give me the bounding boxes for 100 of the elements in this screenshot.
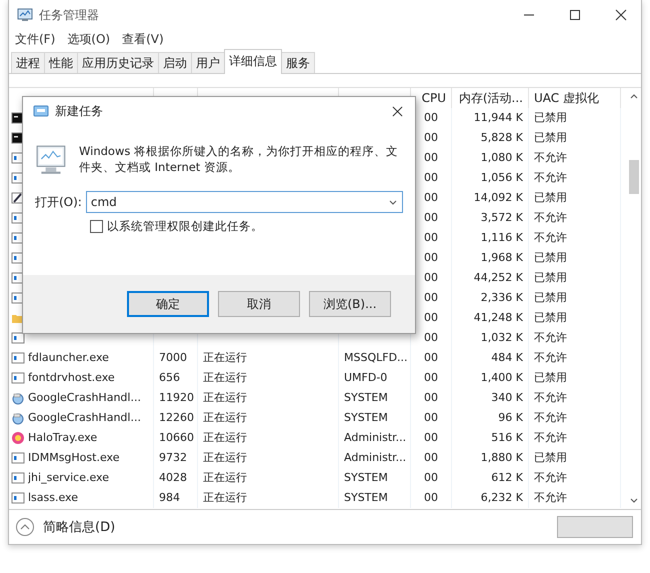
uac-cell-text: 已禁用: [534, 310, 567, 326]
dialog-button[interactable]: 浏览(B)...: [309, 291, 391, 317]
uac-cell-text: 不允许: [534, 390, 567, 406]
dialog-button[interactable]: 取消: [218, 291, 300, 317]
status-cell-text: 正在运行: [203, 490, 247, 506]
uac-cell-text: 已禁用: [534, 450, 567, 466]
column-header[interactable]: 内存(活动...: [452, 88, 529, 108]
uac-cell-text: 不允许: [534, 330, 567, 346]
memory-cell-text: 96 K: [498, 410, 523, 426]
cpu-cell-text: 00: [424, 310, 438, 326]
menu-item[interactable]: 查看(V): [122, 30, 164, 48]
cpu-cell-text: 00: [424, 130, 438, 146]
tab[interactable]: 详细信息: [224, 49, 282, 74]
window-title: 任务管理器: [39, 6, 99, 24]
admin-checkbox[interactable]: [90, 220, 103, 233]
cpu-cell-text: 00: [424, 210, 438, 226]
uac-cell-text: 不允许: [534, 210, 567, 226]
memory-cell-text: 340 K: [491, 390, 523, 406]
app-icon: [11, 351, 25, 365]
memory-cell-text: 14,092 K: [474, 190, 523, 206]
process-name: lsass.exe: [28, 490, 78, 506]
status-cell-text: 正在运行: [203, 390, 247, 406]
cpu-cell-text: 00: [424, 270, 438, 286]
status-cell-text: 正在运行: [203, 470, 247, 486]
maximize-icon[interactable]: [569, 9, 581, 21]
scrollbar-thumb[interactable]: [628, 160, 638, 194]
tab[interactable]: 用户: [191, 52, 225, 73]
cpu-cell-text: 00: [424, 490, 438, 506]
user-cell-text: SYSTEM: [344, 410, 388, 426]
command-field[interactable]: cmd: [86, 191, 403, 213]
memory-cell-text: 11,944 K: [474, 110, 523, 126]
uac-cell-text: 不允许: [534, 150, 567, 166]
status-cell-text: 正在运行: [203, 350, 247, 366]
checkbox-label: 以系统管理权限创建此任务。: [107, 219, 263, 234]
cpu-cell-text: 00: [424, 370, 438, 386]
cpu-cell-text: 00: [424, 190, 438, 206]
status-cell-text: 正在运行: [203, 450, 247, 466]
cpu-cell-text: 00: [424, 250, 438, 266]
app-icon: [11, 371, 25, 385]
memory-cell-text: 1,968 K: [480, 250, 523, 266]
tab[interactable]: 性能: [44, 52, 78, 73]
cpu-cell-text: 00: [424, 110, 438, 126]
dialog-button[interactable]: 确定: [127, 291, 209, 317]
app-icon: [11, 451, 25, 465]
tab[interactable]: 应用历史记录: [77, 52, 159, 73]
user-cell-text: SYSTEM: [344, 470, 388, 486]
memory-cell-text: 1,032 K: [480, 330, 523, 346]
user-cell-text: Administr...: [344, 430, 406, 446]
uac-cell-text: 不允许: [534, 350, 567, 366]
brief-info-link[interactable]: 简略信息(D): [43, 518, 116, 536]
halo-icon: [11, 431, 25, 445]
status-cell-text: 正在运行: [203, 370, 247, 386]
pid-cell-text: 4028: [159, 470, 187, 486]
column-header[interactable]: UAC 虚拟化: [529, 88, 621, 108]
user-cell-text: MSSQLFD...: [344, 350, 408, 366]
uac-cell-text: 不允许: [534, 170, 567, 186]
pid-cell-text: 984: [159, 490, 180, 506]
uac-cell-text: 已禁用: [534, 190, 567, 206]
dialog-message: Windows 将根据你所键入的名称，为你打开相应的程序、文件夹、文档或 Internet 资源。: [79, 143, 399, 175]
uac-cell-text: 已禁用: [534, 270, 567, 286]
user-cell-text: SYSTEM: [344, 390, 388, 406]
app-icon: [17, 7, 33, 23]
tab[interactable]: 进程: [11, 52, 45, 73]
memory-cell-text: 2,336 K: [480, 290, 523, 306]
collapse-icon[interactable]: [15, 517, 35, 537]
user-cell-text: SYSTEM: [344, 490, 388, 506]
globe-icon: [11, 411, 25, 425]
memory-cell-text: 1,880 K: [480, 450, 523, 466]
uac-cell-text: 已禁用: [534, 110, 567, 126]
memory-cell-text: 5,828 K: [480, 130, 523, 146]
app-icon: [11, 491, 25, 505]
process-name: GoogleCrashHandl...: [28, 390, 141, 406]
process-name: fontdrvhost.exe: [28, 370, 115, 386]
close-icon[interactable]: [392, 106, 403, 116]
status-cell-text: 正在运行: [203, 410, 247, 426]
open-label: 打开(O):: [35, 194, 82, 210]
tab[interactable]: 启动: [158, 52, 192, 73]
uac-cell-text: 不允许: [534, 430, 567, 446]
cpu-cell-text: 00: [424, 170, 438, 186]
tab[interactable]: 服务: [281, 52, 315, 73]
memory-cell-text: 484 K: [491, 350, 523, 366]
globe-icon: [11, 391, 25, 405]
memory-cell-text: 516 K: [491, 430, 523, 446]
close-icon[interactable]: [615, 9, 627, 21]
cpu-cell-text: 00: [424, 430, 438, 446]
cpu-cell-text: 00: [424, 150, 438, 166]
pid-cell-text: 9732: [159, 450, 187, 466]
cpu-cell-text: 00: [424, 230, 438, 246]
menu-item[interactable]: 文件(F): [15, 30, 56, 48]
process-name: HaloTray.exe: [28, 430, 98, 446]
cpu-cell-text: 00: [424, 470, 438, 486]
memory-cell-text: 6,232 K: [480, 490, 523, 506]
run-icon: [33, 103, 49, 119]
process-name: jhi_service.exe: [28, 470, 109, 486]
process-name: fdlauncher.exe: [28, 350, 109, 366]
uac-cell-text: 已禁用: [534, 370, 567, 386]
cpu-cell-text: 00: [424, 390, 438, 406]
menu-item[interactable]: 选项(O): [67, 30, 110, 48]
uac-cell-text: 已禁用: [534, 250, 567, 266]
uac-cell-text: 不允许: [534, 470, 567, 486]
